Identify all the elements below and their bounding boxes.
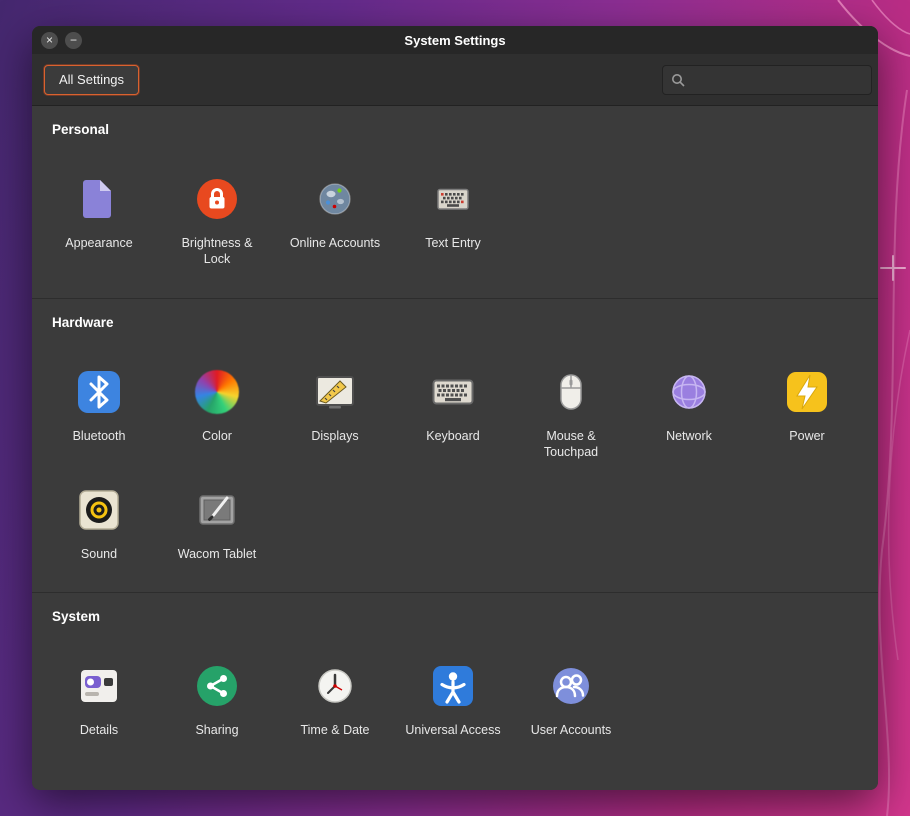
network-icon [665,368,713,416]
section-personal: Personal Appearance [32,106,878,298]
settings-item-label: Keyboard [426,428,480,444]
all-settings-button[interactable]: All Settings [44,65,139,95]
settings-item-power[interactable]: Power [748,368,866,461]
settings-item-time-date[interactable]: Time & Date [276,662,394,738]
settings-item-keyboard[interactable]: Keyboard [394,368,512,461]
online-accounts-icon [311,175,359,223]
settings-item-label: Universal Access [405,722,500,738]
sound-icon [75,486,123,534]
settings-item-label: Color [202,428,232,444]
settings-item-label: Bluetooth [73,428,126,444]
bluetooth-icon [75,368,123,416]
settings-item-online-accounts[interactable]: Online Accounts [276,175,394,268]
settings-item-mouse-touchpad[interactable]: Mouse & Touchpad [512,368,630,461]
section-title: Hardware [52,315,878,330]
settings-item-label: Mouse & Touchpad [521,428,621,461]
system-settings-window: × − System Settings All Settings Persona… [32,26,878,790]
settings-item-details[interactable]: Details [40,662,158,738]
mouse-touchpad-icon [547,368,595,416]
settings-item-sound[interactable]: Sound [40,486,158,562]
wacom-tablet-icon [193,486,241,534]
settings-item-label: Sharing [195,722,238,738]
settings-item-label: Brightness & Lock [167,235,267,268]
settings-item-label: Online Accounts [290,235,380,251]
settings-item-text-entry[interactable]: Text Entry [394,175,512,268]
section-system: System Details [32,592,878,768]
settings-item-user-accounts[interactable]: User Accounts [512,662,630,738]
section-hardware: Hardware Bluetooth Color [32,298,878,593]
settings-content: Personal Appearance [32,106,878,790]
settings-item-label: Displays [311,428,358,444]
settings-item-label: Sound [81,546,117,562]
settings-item-appearance[interactable]: Appearance [40,175,158,268]
details-icon [75,662,123,710]
power-icon [783,368,831,416]
window-title: System Settings [32,33,878,48]
displays-icon [311,368,359,416]
settings-item-label: Details [80,722,118,738]
toolbar: All Settings [32,54,878,106]
settings-item-label: Power [789,428,824,444]
search-box[interactable] [662,65,872,95]
search-icon [671,73,685,87]
settings-item-color[interactable]: Color [158,368,276,461]
keyboard-icon [429,368,477,416]
settings-item-label: Text Entry [425,235,481,251]
settings-item-brightness-lock[interactable]: Brightness & Lock [158,175,276,268]
titlebar[interactable]: × − System Settings [32,26,878,54]
settings-item-label: User Accounts [531,722,612,738]
minimize-button[interactable]: − [65,32,82,49]
user-accounts-icon [547,662,595,710]
appearance-icon [75,175,123,223]
settings-item-universal-access[interactable]: Universal Access [394,662,512,738]
settings-item-label: Time & Date [300,722,369,738]
settings-item-label: Network [666,428,712,444]
settings-item-sharing[interactable]: Sharing [158,662,276,738]
text-entry-icon [429,175,477,223]
settings-item-label: Wacom Tablet [178,546,257,562]
sharing-icon [193,662,241,710]
section-title: Personal [52,122,878,137]
settings-item-wacom-tablet[interactable]: Wacom Tablet [158,486,276,562]
settings-item-displays[interactable]: Displays [276,368,394,461]
search-input[interactable] [691,71,863,88]
universal-access-icon [429,662,477,710]
color-icon [193,368,241,416]
section-title: System [52,609,878,624]
brightness-lock-icon [193,175,241,223]
time-date-icon [311,662,359,710]
close-button[interactable]: × [41,32,58,49]
settings-item-network[interactable]: Network [630,368,748,461]
settings-item-label: Appearance [65,235,132,251]
settings-item-bluetooth[interactable]: Bluetooth [40,368,158,461]
